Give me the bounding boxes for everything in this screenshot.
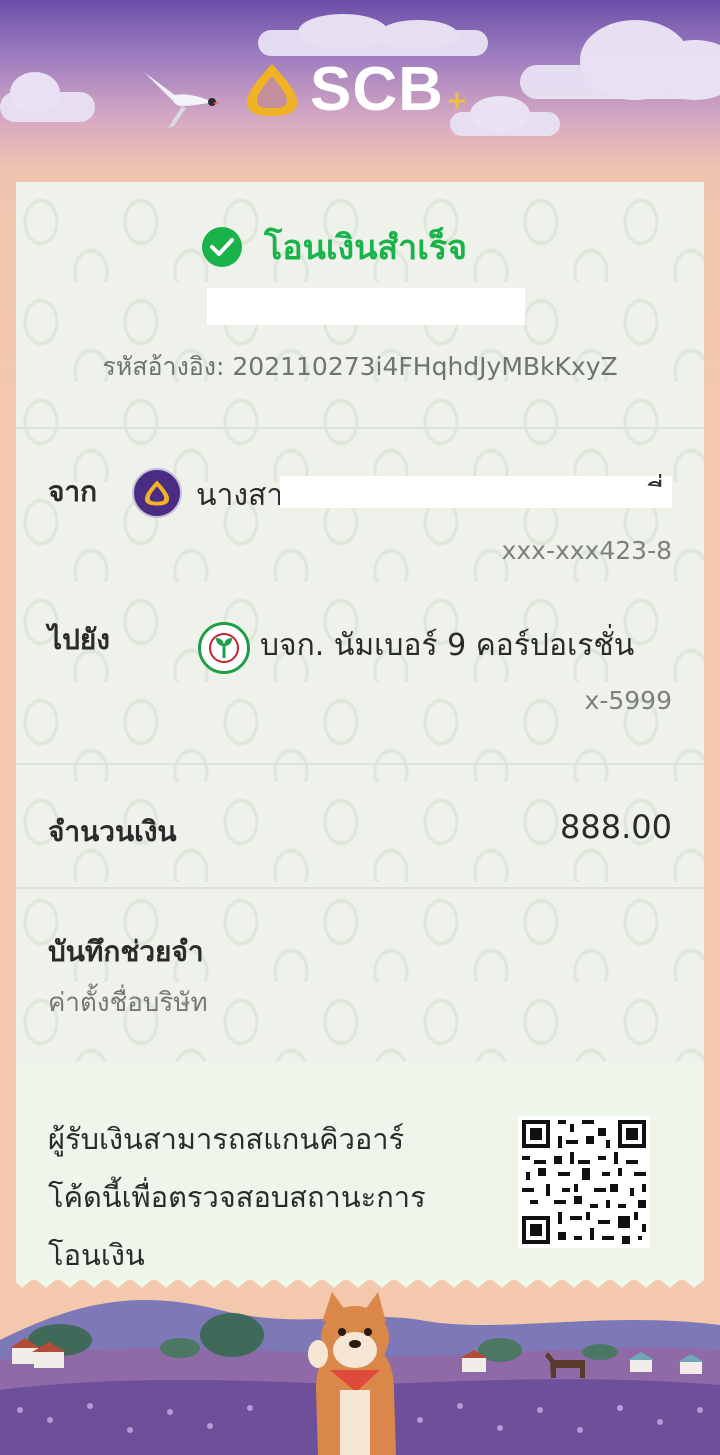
transfer-receipt: โอนเงินสำเร็จ รหัสอ้างอิง: 202110273i4FH…: [16, 182, 704, 1280]
recipient-name: บจก. นัมเบอร์ 9 คอร์ปอเรชั่น: [260, 628, 635, 663]
app-header: SCB +: [0, 0, 720, 170]
to-label: ไปยัง: [48, 623, 110, 656]
redaction-block: [207, 288, 525, 325]
qr-code[interactable]: [518, 1116, 650, 1248]
qr-instruction-line: โค้ดนี้เพื่อตรวจสอบสถานะการ: [48, 1180, 426, 1214]
check-circle-icon: [202, 227, 242, 267]
status-row: โอนเงินสำเร็จ: [202, 226, 467, 268]
redaction-block: [280, 476, 672, 508]
qr-instruction: ผู้รับเงินสามารถสแกนคิวอาร์ โค้ดนี้เพื่อ…: [48, 1110, 478, 1280]
qr-section: ผู้รับเงินสามารถสแกนคิวอาร์ โค้ดนี้เพื่อ…: [16, 1062, 704, 1280]
memo-value: ค่าตั้งชื่อบริษัท: [48, 988, 208, 1018]
reference-number: รหัสอ้างอิง: 202110273i4FHqhdJyMBkKxyZ: [16, 347, 704, 387]
scb-logo-text: SCB: [310, 55, 444, 124]
section-divider: [16, 887, 704, 889]
bird-illustration: [144, 72, 220, 128]
scb-logo-icon: [247, 64, 297, 116]
section-divider: [16, 427, 704, 429]
kbank-bank-icon: [198, 622, 250, 674]
reference-label: รหัสอ้างอิง:: [102, 352, 225, 381]
reference-value: 202110273i4FHqhdJyMBkKxyZ: [232, 352, 618, 381]
recipient-account: x-5999: [584, 686, 672, 715]
logo-plus-mark: +: [446, 86, 468, 116]
sender-name: นางสา: [196, 478, 284, 513]
shiba-dog-mascot: [308, 1292, 396, 1455]
sender-account: xxx-xxx423-8: [501, 536, 672, 565]
status-title: โอนเงินสำเร็จ: [264, 228, 468, 268]
memo-label: บันทึกช่วยจำ: [48, 935, 204, 968]
scb-bank-icon: [132, 468, 182, 518]
amount-label: จำนวนเงิน: [48, 815, 177, 848]
section-divider: [16, 763, 704, 765]
from-label: จาก: [48, 475, 98, 508]
lavender-field-illustration: [0, 1292, 720, 1455]
amount-value: 888.00: [560, 808, 672, 846]
qr-instruction-line: ผู้รับเงินสามารถสแกนคิวอาร์: [48, 1122, 405, 1156]
